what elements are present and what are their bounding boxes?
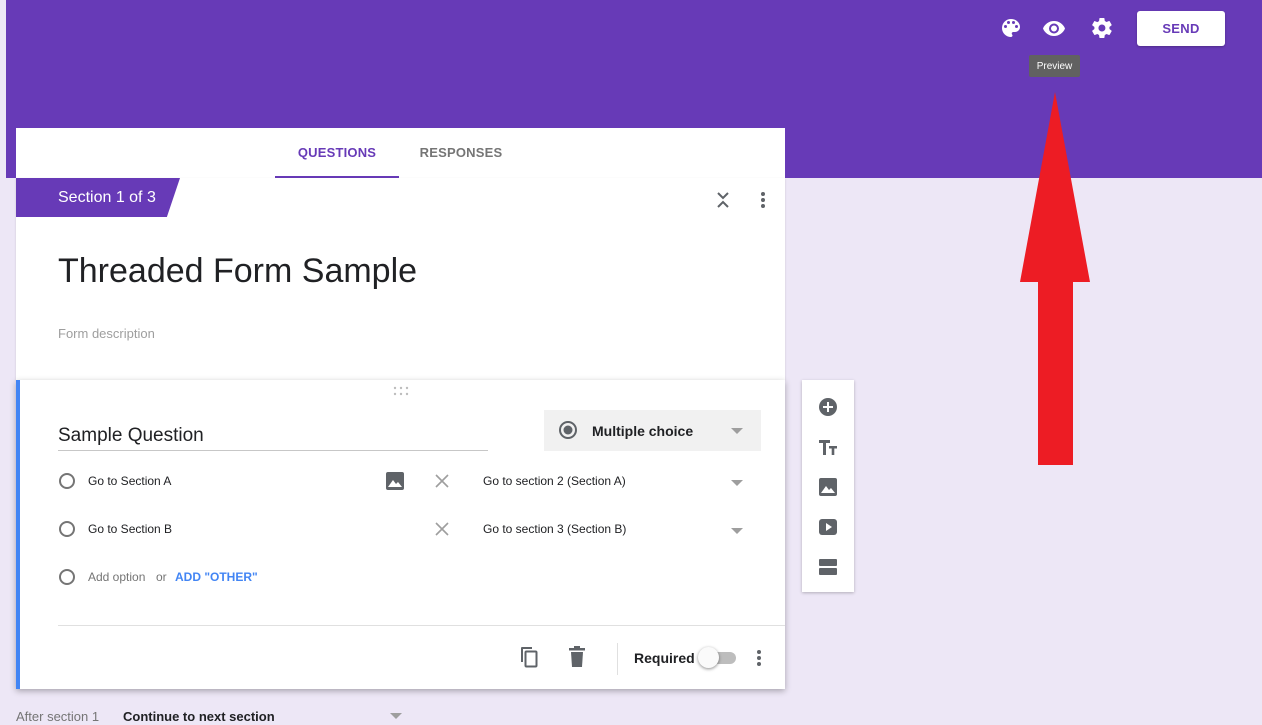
question-card: Sample Question Multiple choice Go to Se… <box>16 380 785 689</box>
footer-separator <box>617 643 618 675</box>
form-title[interactable]: Threaded Form Sample <box>58 252 417 291</box>
form-description-field[interactable]: Form description <box>58 326 155 341</box>
required-toggle-knob[interactable] <box>698 647 719 668</box>
footer-divider <box>58 625 785 626</box>
header-left-edge <box>0 0 6 178</box>
close-icon[interactable] <box>434 521 450 537</box>
send-button[interactable]: SEND <box>1137 11 1225 46</box>
image-icon[interactable] <box>818 477 838 497</box>
section-icon[interactable] <box>818 557 838 577</box>
drag-handle-icon[interactable] <box>392 386 410 396</box>
preview-tooltip: Preview <box>1029 55 1080 77</box>
add-other-link[interactable]: ADD "OTHER" <box>175 570 258 584</box>
more-vert-icon[interactable] <box>750 648 768 668</box>
add-option-input[interactable]: Add option <box>88 570 145 584</box>
or-text: or <box>156 570 167 584</box>
active-accent-bar <box>16 380 20 689</box>
required-label: Required <box>634 650 695 666</box>
chevron-down-icon <box>731 428 743 434</box>
option-goto-select[interactable]: Go to section 3 (Section B) <box>483 522 626 536</box>
image-icon[interactable] <box>385 471 405 491</box>
section-header-card: Section 1 of 3 Threaded Form Sample Form… <box>16 178 785 380</box>
chevron-down-icon[interactable] <box>390 713 402 719</box>
add-question-icon[interactable] <box>818 397 838 417</box>
collapse-icon[interactable] <box>714 190 732 210</box>
tab-questions[interactable]: QUESTIONS <box>275 128 399 178</box>
duplicate-icon[interactable] <box>518 645 540 669</box>
option-label[interactable]: Go to Section A <box>88 474 171 488</box>
question-title-input[interactable]: Sample Question <box>58 425 488 451</box>
option-goto-select[interactable]: Go to section 2 (Section A) <box>483 474 626 488</box>
option-radio <box>59 521 75 537</box>
chevron-down-icon[interactable] <box>731 528 743 534</box>
title-text-icon[interactable] <box>818 437 838 457</box>
option-label[interactable]: Go to Section B <box>88 522 172 536</box>
after-section-select[interactable]: Continue to next section <box>123 709 275 724</box>
question-type-select[interactable]: Multiple choice <box>544 410 761 451</box>
chevron-down-icon[interactable] <box>731 480 743 486</box>
radio-button-icon <box>559 421 577 439</box>
eye-icon[interactable] <box>1042 16 1066 40</box>
trash-icon[interactable] <box>568 646 586 668</box>
question-type-label: Multiple choice <box>592 422 694 439</box>
close-icon[interactable] <box>434 473 450 489</box>
tabs-bar: QUESTIONS RESPONSES <box>16 128 785 178</box>
option-radio <box>59 569 75 585</box>
video-icon[interactable] <box>818 517 838 537</box>
tab-responses[interactable]: RESPONSES <box>411 128 511 176</box>
option-radio <box>59 473 75 489</box>
side-toolbar <box>802 380 854 592</box>
after-section-label: After section 1 <box>16 709 100 724</box>
gear-icon[interactable] <box>1090 16 1114 40</box>
red-arrow-annotation <box>1020 92 1090 465</box>
palette-icon[interactable] <box>999 16 1023 40</box>
section-badge: Section 1 of 3 <box>16 178 180 217</box>
more-vert-icon[interactable] <box>754 190 772 210</box>
